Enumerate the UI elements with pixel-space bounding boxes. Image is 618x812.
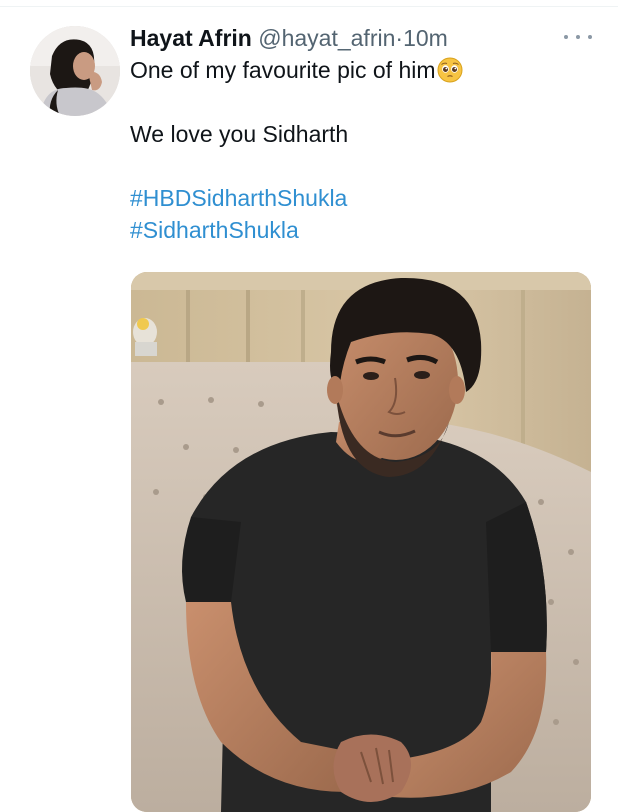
tweet-text-line-2: We love you Sidharth (130, 121, 349, 147)
avatar[interactable] (30, 26, 120, 116)
dot (576, 35, 580, 39)
tweet-photo[interactable] (131, 272, 591, 812)
dot (588, 35, 592, 39)
tweet-body: Hayat Afrin @hayat_afrin·10m One of my f… (130, 22, 600, 246)
dot (564, 35, 568, 39)
user-handle[interactable]: @hayat_afrin (258, 25, 395, 51)
hashtag-link[interactable]: #HBDSidharthShukla (130, 182, 600, 214)
photo-image (131, 272, 591, 812)
display-name[interactable]: Hayat Afrin (130, 25, 252, 51)
tweet-text-line-1: One of my favourite pic of him (130, 54, 600, 86)
separator-dot: · (395, 25, 404, 51)
top-divider (0, 6, 618, 7)
more-options-icon[interactable] (564, 30, 592, 44)
avatar-image (30, 26, 120, 116)
tweet-text: One of my favourite pic of him (130, 57, 436, 83)
hashtag-link[interactable]: #SidharthShukla (130, 214, 600, 246)
pleading-face-icon (437, 57, 463, 83)
timestamp[interactable]: 10m (403, 25, 448, 51)
tweet-header: Hayat Afrin @hayat_afrin·10m (130, 22, 600, 54)
